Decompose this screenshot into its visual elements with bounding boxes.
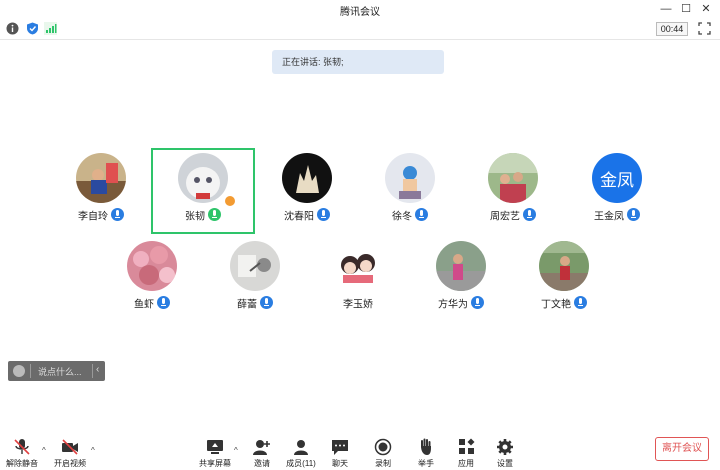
meeting-timer: 00:44 — [656, 22, 688, 36]
participant-name: 丁文艳 — [541, 299, 571, 311]
mic-speaking-icon — [208, 208, 221, 222]
participant-tile[interactable]: 薛蕾 — [203, 236, 307, 322]
mic-on-icon — [260, 296, 273, 310]
shield-icon[interactable] — [26, 22, 39, 35]
unmute-label: 解除静音 — [6, 459, 38, 468]
emoji-icon[interactable] — [13, 365, 25, 377]
avatar-initials: 金凤 — [600, 170, 634, 190]
settings-button[interactable]: 设置 — [485, 438, 525, 469]
participant-name: 张韧 — [185, 211, 205, 223]
divider — [30, 364, 31, 378]
participant-tile[interactable]: 周宏艺 — [461, 148, 565, 234]
meeting-window: 腾讯会议 — ☐ ✕ 00:44 正在讲话: 张韧; 李自玲 张韧 沈春阳 徐冬… — [0, 0, 720, 470]
avatar — [436, 241, 486, 291]
fullscreen-icon[interactable] — [698, 22, 711, 35]
chevron-up-icon[interactable]: ^ — [91, 446, 95, 455]
participant-tile[interactable]: 鱼虾 — [100, 236, 204, 322]
mic-on-icon — [627, 208, 640, 222]
minimize-icon[interactable]: — — [658, 1, 674, 17]
video-off-icon — [62, 439, 78, 455]
speaking-banner: 正在讲话: 张韧; — [272, 50, 444, 74]
raise-hand-button[interactable]: 举手 — [406, 438, 446, 469]
mic-on-icon — [157, 296, 170, 310]
share-screen-icon — [207, 440, 223, 454]
avatar: 金凤 — [592, 153, 642, 203]
participant-name: 沈春阳 — [284, 211, 314, 223]
collapse-icon[interactable]: ‹ — [96, 364, 99, 375]
invite-button[interactable]: 邀请 — [242, 438, 282, 469]
chevron-up-icon[interactable]: ^ — [42, 446, 46, 455]
participant-name: 鱼虾 — [134, 299, 154, 311]
apps-icon — [459, 438, 475, 454]
chat-label: 聊天 — [332, 459, 348, 468]
avatar — [127, 241, 177, 291]
chat-placeholder: 说点什么... — [38, 367, 82, 377]
participant-name: 薛蕾 — [237, 299, 257, 311]
settings-label: 设置 — [497, 459, 513, 468]
participant-name: 徐冬 — [392, 211, 412, 223]
invite-icon — [253, 440, 270, 455]
start-video-label: 开启视频 — [54, 459, 86, 468]
host-badge-icon — [225, 196, 235, 206]
avatar — [539, 241, 589, 291]
title-bar: 腾讯会议 — ☐ ✕ — [0, 0, 720, 18]
raise-hand-label: 举手 — [418, 459, 434, 468]
participant-tile[interactable]: 金凤 王金凤 — [565, 148, 669, 234]
signal-icon[interactable] — [44, 22, 57, 35]
avatar — [333, 241, 383, 291]
participant-name: 李玉娇 — [343, 299, 373, 311]
status-bar: 00:44 — [0, 18, 720, 40]
hand-icon — [421, 438, 431, 455]
maximize-icon[interactable]: ☐ — [678, 1, 694, 17]
avatar — [488, 153, 538, 203]
mic-on-icon — [471, 296, 484, 310]
participant-tile[interactable]: 李玉娇 — [306, 236, 410, 322]
bottom-toolbar: 解除静音 ^ 开启视频 ^ 共享屏幕 ^ 邀请 成员(11) 聊天 录制 举手 … — [0, 432, 720, 470]
members-label: 成员(11) — [286, 459, 316, 468]
avatar — [282, 153, 332, 203]
avatar — [385, 153, 435, 203]
mic-on-icon — [574, 296, 587, 310]
participant-tile[interactable]: 李自玲 — [49, 148, 153, 234]
window-title: 腾讯会议 — [340, 7, 380, 18]
leave-meeting-button[interactable]: 离开会议 — [655, 437, 709, 461]
participant-tile-active[interactable]: 张韧 — [151, 148, 255, 234]
participant-tile[interactable]: 丁文艳 — [512, 236, 616, 322]
participant-tile[interactable]: 方华为 — [409, 236, 513, 322]
record-button[interactable]: 录制 — [363, 438, 403, 469]
chat-input[interactable]: 说点什么... ‹ — [8, 361, 105, 381]
chat-button[interactable]: 聊天 — [320, 438, 360, 469]
avatar — [230, 241, 280, 291]
participant-name: 李自玲 — [78, 211, 108, 223]
mic-muted-icon — [14, 439, 30, 455]
close-icon[interactable]: ✕ — [698, 1, 714, 17]
mic-on-icon — [523, 208, 536, 222]
divider — [92, 364, 93, 378]
participant-tile[interactable]: 徐冬 — [358, 148, 462, 234]
mic-on-icon — [317, 208, 330, 222]
participant-name: 周宏艺 — [490, 211, 520, 223]
participant-tile[interactable]: 沈春阳 — [255, 148, 359, 234]
invite-label: 邀请 — [254, 459, 270, 468]
mic-on-icon — [415, 208, 428, 222]
info-icon[interactable] — [6, 22, 19, 35]
members-icon — [294, 440, 308, 455]
share-screen-label: 共享屏幕 — [199, 459, 231, 468]
participant-name: 方华为 — [438, 299, 468, 311]
start-video-button[interactable]: 开启视频 — [50, 438, 90, 469]
apps-label: 应用 — [458, 459, 474, 468]
record-label: 录制 — [375, 459, 391, 468]
chat-icon — [332, 440, 348, 455]
share-screen-button[interactable]: 共享屏幕 — [195, 438, 235, 469]
avatar — [76, 153, 126, 203]
avatar — [178, 153, 228, 203]
chevron-up-icon[interactable]: ^ — [234, 446, 238, 455]
mic-on-icon — [111, 208, 124, 222]
gear-icon — [497, 439, 513, 455]
unmute-button[interactable]: 解除静音 — [2, 438, 42, 469]
members-button[interactable]: 成员(11) — [281, 438, 321, 469]
apps-button[interactable]: 应用 — [446, 438, 486, 469]
participant-name: 王金凤 — [594, 211, 624, 223]
record-icon — [374, 438, 392, 456]
